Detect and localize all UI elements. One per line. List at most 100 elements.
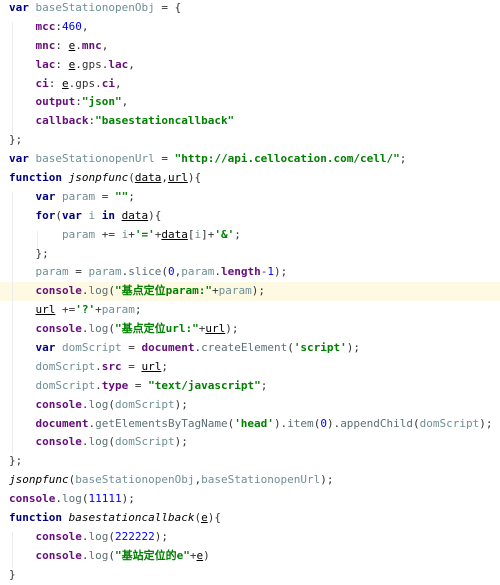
code-token-var: param bbox=[88, 265, 122, 279]
code-token-str: '?' bbox=[75, 303, 96, 317]
code-line[interactable]: for(var i in data){ bbox=[0, 207, 500, 226]
code-token-prop: console bbox=[35, 322, 82, 336]
indent-guide bbox=[12, 192, 13, 454]
code-line[interactable]: url +='?'+param; bbox=[0, 301, 500, 320]
code-line[interactable]: }; bbox=[0, 131, 500, 150]
code-token-prop: lac bbox=[35, 57, 56, 71]
code-token-kw: var bbox=[9, 1, 29, 14]
code-token-kw: var bbox=[35, 341, 56, 355]
code-token-prop: console bbox=[35, 284, 82, 298]
code-token-m: item bbox=[287, 416, 314, 430]
code-line[interactable]: }; bbox=[0, 245, 500, 264]
code-line[interactable]: domScript.type = "text/javascript"; bbox=[0, 377, 500, 396]
code-line[interactable]: var baseStationopenUrl = "http://api.cel… bbox=[0, 150, 500, 169]
code-token-var: domScript bbox=[35, 378, 96, 392]
code-line[interactable]: jsonpfunc(baseStationopenObj,baseStation… bbox=[0, 471, 500, 490]
code-token-p: ){ bbox=[148, 208, 162, 222]
code-token-p: = { bbox=[154, 1, 182, 14]
code-line[interactable]: var domScript = document.createElement('… bbox=[0, 339, 500, 358]
code-token-p: ){ bbox=[187, 171, 202, 185]
code-token-var: baseStationopenUrl bbox=[35, 152, 155, 166]
code-token-num: 222222 bbox=[114, 529, 155, 543]
code-token-p: , bbox=[81, 19, 89, 33]
code-line[interactable]: lac: e.gps.lac, bbox=[0, 56, 500, 75]
code-line[interactable]: param += i+'='+data[i]+'&'; bbox=[0, 226, 500, 245]
code-line[interactable]: console.log(222222); bbox=[0, 528, 500, 547]
code-token-prop: document bbox=[141, 341, 195, 355]
code-line[interactable]: var baseStationopenObj = { bbox=[0, 0, 500, 18]
code-line[interactable]: console.log("基站定位的e"+e) bbox=[0, 547, 500, 566]
code-line[interactable]: var param = ""; bbox=[0, 188, 500, 207]
code-line[interactable]: function jsonpfunc(data,url){ bbox=[0, 169, 500, 188]
code-token-kw: var bbox=[35, 189, 56, 203]
code-line[interactable]: document.getElementsByTagName('head').it… bbox=[0, 415, 500, 434]
code-token-prop: console bbox=[35, 529, 82, 543]
code-token-prop: console bbox=[35, 548, 82, 562]
code-token-p: = bbox=[128, 378, 149, 392]
code-line[interactable]: param = param.slice(0,param.length-1); bbox=[0, 263, 500, 282]
code-token-var: param bbox=[61, 227, 96, 241]
code-token-num: 460 bbox=[62, 19, 82, 33]
code-line[interactable]: console.log("基点定位url:"+url); bbox=[0, 320, 500, 339]
code-token-p bbox=[55, 190, 62, 203]
code-line-current[interactable]: console.log("基点定位param:"+param); bbox=[0, 282, 500, 302]
code-token-var: param bbox=[101, 303, 135, 317]
code-token-m: log bbox=[88, 284, 109, 298]
code-token-var: domScript bbox=[114, 435, 175, 449]
code-token-m: log bbox=[88, 529, 109, 543]
code-token-u: url bbox=[167, 171, 188, 185]
code-token-var: param bbox=[62, 189, 96, 203]
code-line[interactable]: ci: e.gps.ci, bbox=[0, 75, 500, 94]
code-token-p: ) bbox=[203, 548, 210, 562]
code-line[interactable]: output:"json", bbox=[0, 93, 500, 112]
code-token-fn: jsonpfunc bbox=[9, 473, 69, 487]
code-token-p: . bbox=[55, 492, 62, 506]
code-line[interactable]: domScript.src = url; bbox=[0, 358, 500, 377]
code-token-p bbox=[62, 511, 69, 524]
code-token-p: , bbox=[115, 76, 122, 90]
code-token-var: param bbox=[181, 265, 215, 279]
code-token-p: + bbox=[95, 303, 102, 317]
code-token-p bbox=[115, 209, 122, 222]
code-token-prop: type bbox=[101, 378, 129, 392]
code-token-p: : bbox=[55, 57, 69, 71]
code-token-p bbox=[62, 171, 69, 184]
code-line[interactable]: mcc:460, bbox=[0, 18, 500, 37]
code-token-u: e bbox=[201, 511, 208, 525]
code-token-p: ( bbox=[161, 265, 168, 279]
code-token-p: , bbox=[101, 38, 109, 52]
code-token-p: ); bbox=[479, 416, 493, 430]
code-token-prop: ci bbox=[35, 76, 49, 90]
code-token-m: log bbox=[88, 322, 109, 336]
code-line[interactable]: }; bbox=[0, 452, 500, 471]
code-line[interactable]: console.log(11111); bbox=[0, 490, 500, 509]
code-token-var: baseStationopenObj bbox=[35, 1, 155, 14]
code-token-prop: console bbox=[35, 435, 82, 449]
code-line[interactable]: mnc: e.mnc, bbox=[0, 37, 500, 56]
code-token-p: ( bbox=[108, 529, 115, 543]
code-token-kw: var bbox=[9, 152, 29, 166]
code-token-p: .gps. bbox=[68, 76, 102, 90]
code-token-prop: src bbox=[101, 359, 122, 373]
code-token-p bbox=[29, 152, 36, 165]
code-token-m: slice bbox=[128, 265, 162, 279]
code-token-p: .gps. bbox=[75, 57, 109, 71]
code-line[interactable]: console.log(domScript); bbox=[0, 396, 500, 415]
code-token-prop: mnc bbox=[35, 38, 56, 52]
code-editor[interactable]: var baseStationopenObj = { mcc:460, mnc:… bbox=[0, 0, 500, 585]
code-token-prop: output bbox=[35, 95, 76, 109]
code-token-var: baseStationopenObj bbox=[75, 473, 195, 487]
code-token-p: = bbox=[121, 359, 142, 373]
indent-guide bbox=[12, 22, 13, 134]
code-line[interactable]: console.log(domScript); bbox=[0, 433, 500, 452]
code-token-p: ). bbox=[273, 416, 288, 430]
code-token-prop: callback bbox=[35, 114, 89, 128]
code-token-p: ( bbox=[108, 284, 115, 298]
code-token-u: url bbox=[141, 359, 162, 373]
code-line[interactable]: function basestationcallback(e){ bbox=[0, 509, 500, 528]
code-token-m: log bbox=[88, 548, 109, 562]
code-line[interactable]: callback:"basestationcallback" bbox=[0, 112, 500, 131]
code-token-p: ); bbox=[346, 341, 361, 355]
code-token-p: ; bbox=[134, 303, 142, 317]
code-token-m: getElementsByTagName bbox=[95, 416, 228, 430]
